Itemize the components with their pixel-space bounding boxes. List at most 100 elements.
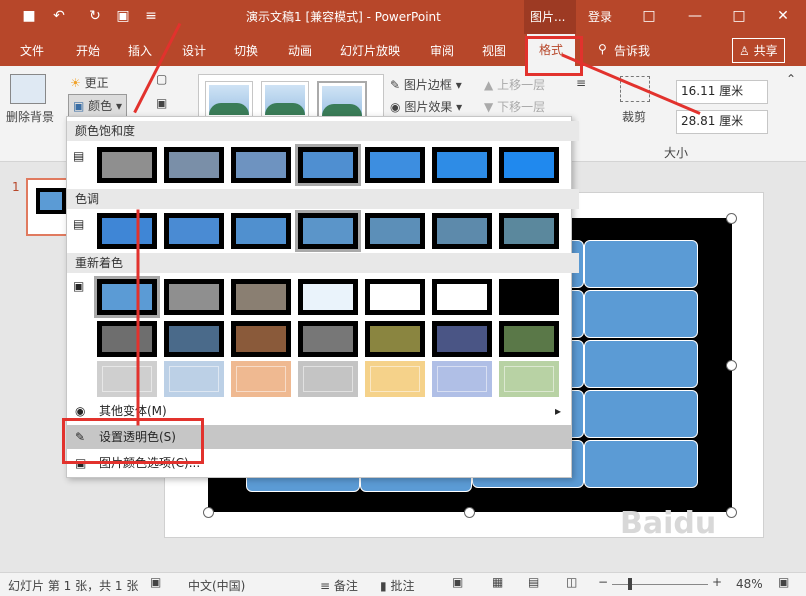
color-swatch[interactable] — [432, 321, 492, 357]
zoom-slider[interactable] — [612, 584, 708, 585]
color-swatch[interactable] — [499, 213, 559, 249]
color-swatch[interactable] — [295, 144, 361, 186]
color-swatch[interactable] — [499, 279, 559, 315]
bring-forward-button[interactable]: ▲ 上移一层 — [484, 76, 545, 93]
color-swatch[interactable] — [231, 361, 291, 397]
thumbnail-blue — [40, 192, 62, 210]
slideshow-view-icon[interactable]: ◫ — [566, 575, 577, 589]
undo-icon[interactable]: ↶ — [48, 6, 70, 26]
saturation-options-icon[interactable]: ▤ — [73, 149, 84, 163]
style-thumb-2[interactable] — [261, 81, 309, 119]
recolor-options-icon[interactable]: ▣ — [73, 279, 84, 293]
resize-handle[interactable] — [464, 507, 475, 518]
color-swatch[interactable] — [499, 147, 559, 183]
color-swatch[interactable] — [94, 276, 160, 318]
spellcheck-icon[interactable]: ▣ — [150, 575, 161, 589]
fit-to-window-icon[interactable]: ▣ — [778, 575, 789, 589]
style-thumb-1[interactable] — [205, 81, 253, 119]
color-swatch[interactable] — [231, 213, 291, 249]
color-swatch[interactable] — [432, 279, 492, 315]
color-swatch[interactable] — [164, 147, 224, 183]
compress-icon[interactable]: ▢ — [156, 72, 167, 86]
color-swatch[interactable] — [298, 361, 358, 397]
share-button[interactable]: ♙ 共享 — [732, 38, 785, 63]
tone-options-icon[interactable]: ▤ — [73, 217, 84, 231]
send-backward-button[interactable]: ▼ 下移一层 — [484, 98, 545, 115]
color-swatch[interactable] — [231, 147, 291, 183]
color-swatch[interactable] — [231, 321, 291, 357]
tab-view[interactable]: 视图 — [482, 42, 506, 59]
tab-home[interactable]: 开始 — [76, 42, 100, 59]
minimize-icon[interactable]: — — [684, 6, 706, 26]
login-button[interactable]: 登录 — [588, 8, 612, 25]
color-swatch[interactable] — [164, 321, 224, 357]
color-swatch[interactable] — [97, 213, 157, 249]
customize-toolbar-icon[interactable]: ≡ — [140, 6, 162, 26]
color-swatch[interactable] — [365, 147, 425, 183]
color-swatch[interactable] — [499, 361, 559, 397]
reading-view-icon[interactable]: ▤ — [528, 575, 539, 589]
picture-border-button[interactable]: ✎ 图片边框 ▾ — [390, 76, 462, 93]
resize-handle[interactable] — [203, 507, 214, 518]
normal-view-icon[interactable]: ▣ — [452, 575, 463, 589]
color-swatch[interactable] — [365, 321, 425, 357]
crop-label[interactable]: 裁剪 — [622, 108, 646, 125]
resize-handle[interactable] — [726, 360, 737, 371]
color-swatch[interactable] — [97, 361, 157, 397]
color-swatch[interactable] — [365, 279, 425, 315]
collapse-ribbon-icon[interactable]: ⌃ — [786, 72, 796, 86]
width-field[interactable]: 28.81 厘米 — [676, 110, 768, 134]
height-field[interactable]: 16.11 厘米 — [676, 80, 768, 104]
color-button[interactable]: ▣ 颜色 ▾ — [68, 94, 128, 117]
ribbon-display-icon[interactable]: □ — [638, 6, 660, 26]
color-swatch[interactable] — [298, 321, 358, 357]
remove-background-icon[interactable] — [10, 74, 46, 104]
color-swatch[interactable] — [432, 213, 492, 249]
slide-thumbnail[interactable] — [26, 178, 70, 236]
align-icon[interactable]: ≡ — [576, 76, 586, 90]
close-icon[interactable]: ✕ — [772, 6, 794, 26]
remove-background-label[interactable]: 删除背景 — [6, 108, 54, 125]
change-picture-icon[interactable]: ▣ — [156, 96, 167, 110]
style-thumb-3[interactable] — [317, 81, 367, 121]
corrections-button[interactable]: ☀ 更正 — [70, 74, 109, 91]
color-swatch[interactable] — [432, 147, 492, 183]
tab-transitions[interactable]: 切换 — [234, 42, 258, 59]
presentation-icon[interactable]: ▣ — [112, 6, 134, 26]
tab-file[interactable]: 文件 — [20, 42, 44, 59]
swatch-preview — [169, 366, 219, 392]
zoom-out-icon[interactable]: − — [598, 575, 608, 589]
resize-handle[interactable] — [726, 507, 737, 518]
color-swatch[interactable] — [365, 213, 425, 249]
color-swatch[interactable] — [97, 321, 157, 357]
notes-button[interactable]: ≡ 备注 — [320, 577, 358, 594]
color-swatch[interactable] — [295, 210, 361, 252]
zoom-level[interactable]: 48% — [736, 577, 763, 591]
picture-effects-button[interactable]: ◉ 图片效果 ▾ — [390, 98, 462, 115]
tab-insert[interactable]: 插入 — [128, 42, 152, 59]
language-indicator[interactable]: 中文(中国) — [188, 577, 245, 594]
color-swatch[interactable] — [298, 279, 358, 315]
slide-sorter-icon[interactable]: ▦ — [492, 575, 503, 589]
color-swatch[interactable] — [432, 361, 492, 397]
redo-icon[interactable]: ↻ — [84, 6, 106, 26]
color-swatch[interactable] — [164, 279, 224, 315]
tab-review[interactable]: 审阅 — [430, 42, 454, 59]
tab-design[interactable]: 设计 — [182, 42, 206, 59]
tab-animations[interactable]: 动画 — [288, 42, 312, 59]
tab-slideshow[interactable]: 幻灯片放映 — [340, 42, 400, 59]
color-swatch[interactable] — [365, 361, 425, 397]
save-icon[interactable]: ■ — [18, 6, 40, 26]
tell-me-input[interactable]: 告诉我 — [614, 42, 650, 59]
zoom-in-icon[interactable]: + — [712, 575, 722, 589]
color-swatch[interactable] — [164, 361, 224, 397]
swatch-preview — [169, 218, 219, 244]
color-swatch[interactable] — [499, 321, 559, 357]
zoom-thumb[interactable] — [628, 578, 632, 590]
color-swatch[interactable] — [231, 279, 291, 315]
color-swatch[interactable] — [164, 213, 224, 249]
color-swatch[interactable] — [97, 147, 157, 183]
maximize-icon[interactable]: □ — [728, 6, 750, 26]
resize-handle[interactable] — [726, 213, 737, 224]
comments-button[interactable]: ▮ 批注 — [380, 577, 414, 594]
